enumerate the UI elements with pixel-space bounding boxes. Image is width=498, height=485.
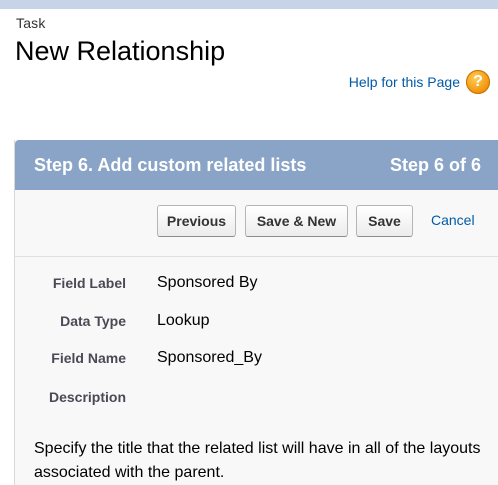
save-button[interactable]: Save	[356, 205, 413, 237]
help-area: Help for this Page ?	[349, 70, 490, 94]
save-and-new-button[interactable]: Save & New	[245, 205, 348, 237]
wizard-toolbar: Previous Save & New Save Cancel	[15, 190, 498, 257]
data-type-value: Lookup	[157, 312, 210, 329]
help-question-icon[interactable]: ?	[466, 70, 490, 94]
field-label-value: Sponsored By	[157, 274, 258, 291]
previous-button[interactable]: Previous	[157, 205, 236, 237]
data-type-label: Data Type	[60, 313, 126, 329]
wizard-step-header: Step 6. Add custom related lists Step 6 …	[15, 140, 498, 190]
page: Task New Relationship Help for this Page…	[0, 0, 498, 485]
field-name-value: Sponsored_By	[157, 349, 262, 366]
step-counter: Step 6 of 6	[389, 154, 481, 175]
field-row-data-type: Data Type Lookup	[15, 312, 498, 334]
step-title: Step 6. Add custom related lists	[34, 154, 307, 175]
related-list-instructions: Specify the title that the related list …	[34, 440, 481, 481]
field-row-field-name: Field Name Sponsored_By	[15, 349, 498, 371]
field-name-label: Field Name	[51, 350, 126, 366]
field-label-label: Field Label	[52, 275, 126, 291]
breadcrumb: Task	[16, 15, 46, 31]
wizard-card: Step 6. Add custom related lists Step 6 …	[14, 140, 498, 485]
field-row-label: Field Label Sponsored By	[15, 274, 498, 296]
cancel-link[interactable]: Cancel	[431, 212, 475, 228]
help-link[interactable]: Help for this Page	[349, 74, 460, 90]
top-strip	[0, 0, 498, 9]
field-row-description: Description	[15, 388, 498, 410]
page-title: New Relationship	[15, 36, 226, 66]
description-label: Description	[48, 389, 126, 405]
